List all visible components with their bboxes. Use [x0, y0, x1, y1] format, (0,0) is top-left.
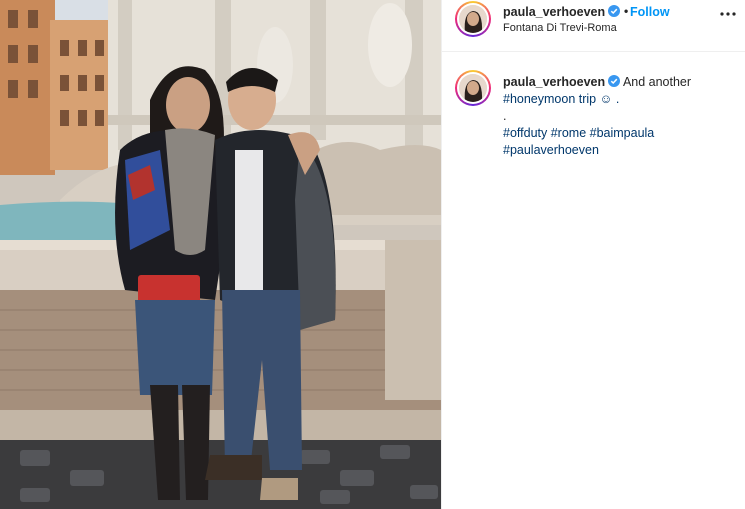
verified-badge-icon — [608, 75, 621, 87]
post-sidebar: paula_verhoeven • Follow Fontana Di Trev… — [441, 0, 745, 509]
follow-button[interactable]: Follow — [630, 5, 670, 19]
separator-dot: • — [624, 4, 629, 18]
username-text: paula_verhoeven — [503, 5, 606, 19]
caption-text: paula_verhoeven And another #honeymoon t… — [503, 74, 739, 159]
caption-hashtags-1[interactable]: #offduty #rome #baimpaula — [503, 125, 739, 142]
profile-photo-icon — [459, 74, 487, 102]
post-photo[interactable] — [0, 0, 441, 509]
post-header: paula_verhoeven • Follow Fontana Di Trev… — [442, 0, 745, 52]
avatar[interactable] — [455, 1, 491, 37]
verified-badge-icon — [608, 5, 621, 17]
more-horizontal-icon[interactable] — [718, 8, 738, 20]
caption-line-3: . — [503, 109, 507, 123]
caption-line-1: And another — [622, 75, 692, 89]
profile-photo-icon — [459, 5, 487, 33]
location-link[interactable]: Fontana Di Trevi-Roma — [503, 22, 617, 34]
caption-hashtags-2[interactable]: #paulaverhoeven — [503, 142, 739, 159]
couple-at-trevi-fountain-image — [0, 0, 441, 509]
caption-avatar[interactable] — [455, 70, 491, 106]
caption-username-link[interactable]: paula_verhoeven — [503, 75, 605, 89]
caption-line-2[interactable]: #honeymoon trip ☺ . — [503, 91, 739, 108]
username-link[interactable]: paula_verhoeven — [503, 5, 621, 19]
